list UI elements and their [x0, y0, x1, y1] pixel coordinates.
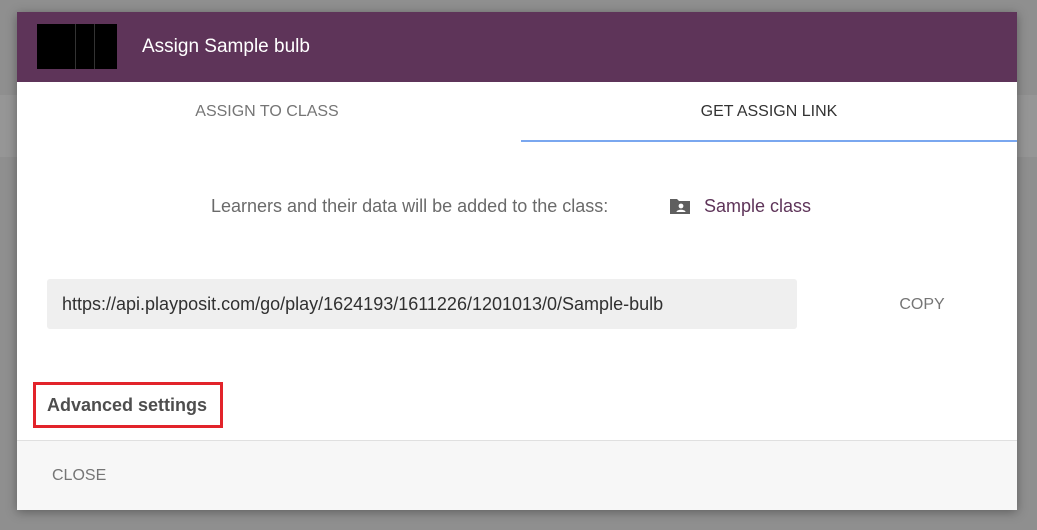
dialog-footer: CLOSE [17, 440, 1017, 510]
folder-account-icon [670, 199, 690, 214]
tab-assign-to-class[interactable]: ASSIGN TO CLASS [17, 82, 517, 142]
tab-get-assign-link[interactable]: GET ASSIGN LINK [521, 82, 1017, 142]
info-text: Learners and their data will be added to… [211, 196, 609, 216]
advanced-settings-toggle[interactable]: Advanced settings [47, 394, 207, 416]
class-name-link[interactable]: Sample class [704, 194, 811, 218]
assign-dialog: Assign Sample bulb ASSIGN TO CLASS GET A… [17, 12, 1017, 510]
close-button[interactable]: CLOSE [52, 465, 106, 487]
redacted-logo [37, 24, 117, 69]
active-tab-indicator [521, 140, 1017, 142]
copy-button[interactable]: COPY [877, 290, 967, 320]
tab-bar: ASSIGN TO CLASS GET ASSIGN LINK [17, 82, 1017, 142]
dialog-title: Assign Sample bulb [142, 36, 310, 57]
assign-link-field[interactable]: https://api.playposit.com/go/play/162419… [47, 279, 797, 329]
dialog-header: Assign Sample bulb [17, 12, 1017, 82]
